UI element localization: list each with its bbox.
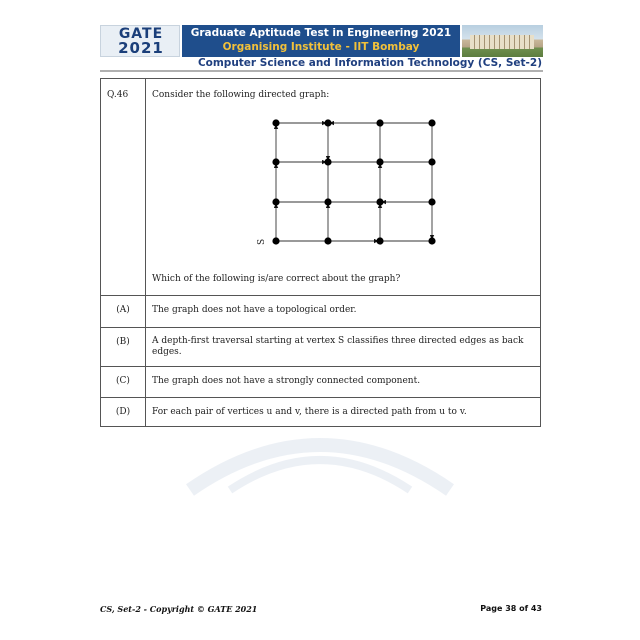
logo-line-2: 2021 [118,39,164,57]
option-a-label: (A) [116,305,130,315]
vertex [324,198,332,206]
row-divider [101,295,540,296]
page-number: Page 38 of 43 [480,604,542,613]
directed-graph: S [257,119,436,245]
graph-vertices [272,119,436,245]
option-d-text[interactable]: For each pair of vertices u and v, there… [152,407,534,418]
question-stem: Consider the following directed graph: [152,90,330,100]
vertex-s [272,237,280,245]
option-d-label: (D) [115,407,131,417]
row-divider [101,366,540,367]
vertex [272,158,280,166]
vertex [324,158,332,166]
vertex [428,198,436,206]
vertex [428,158,436,166]
question-number: Q.46 [107,90,129,100]
paper-subtitle: Computer Science and Information Technol… [197,57,542,69]
graph-edges [273,120,435,244]
vertex [272,119,280,127]
vertex [324,119,332,127]
option-c-text[interactable]: The graph does not have a strongly conne… [152,376,534,387]
organising-institute: Organising Institute - IIT Bombay [222,41,420,53]
vertex [324,237,332,245]
option-b-label: (B) [116,337,130,347]
option-b-text[interactable]: A depth-first traversal starting at vert… [152,336,538,358]
vertex [376,198,384,206]
header-divider [100,70,543,72]
gate-logo: GATE 2021 [100,25,180,57]
option-c-label: (C) [116,376,130,386]
exam-title: Graduate Aptitude Test in Engineering 20… [190,27,452,39]
vertex [376,158,384,166]
footer-copyright: CS, Set-2 - Copyright © GATE 2021 [100,604,258,614]
column-divider [145,79,146,426]
vertex [272,198,280,206]
vertex [428,119,436,127]
row-divider [101,397,540,398]
building-image [470,35,534,49]
page-header: GATE 2021 Graduate Aptitude Test in Engi… [100,25,543,57]
option-a-text[interactable]: The graph does not have a topological or… [152,305,534,316]
start-vertex-label: S [257,239,267,245]
row-divider [101,327,540,328]
vertex [376,119,384,127]
header-banner: Graduate Aptitude Test in Engineering 20… [182,25,460,57]
question-prompt: Which of the following is/are correct ab… [152,274,401,284]
campus-photo [462,25,543,57]
vertex [428,237,436,245]
vertex [376,237,384,245]
